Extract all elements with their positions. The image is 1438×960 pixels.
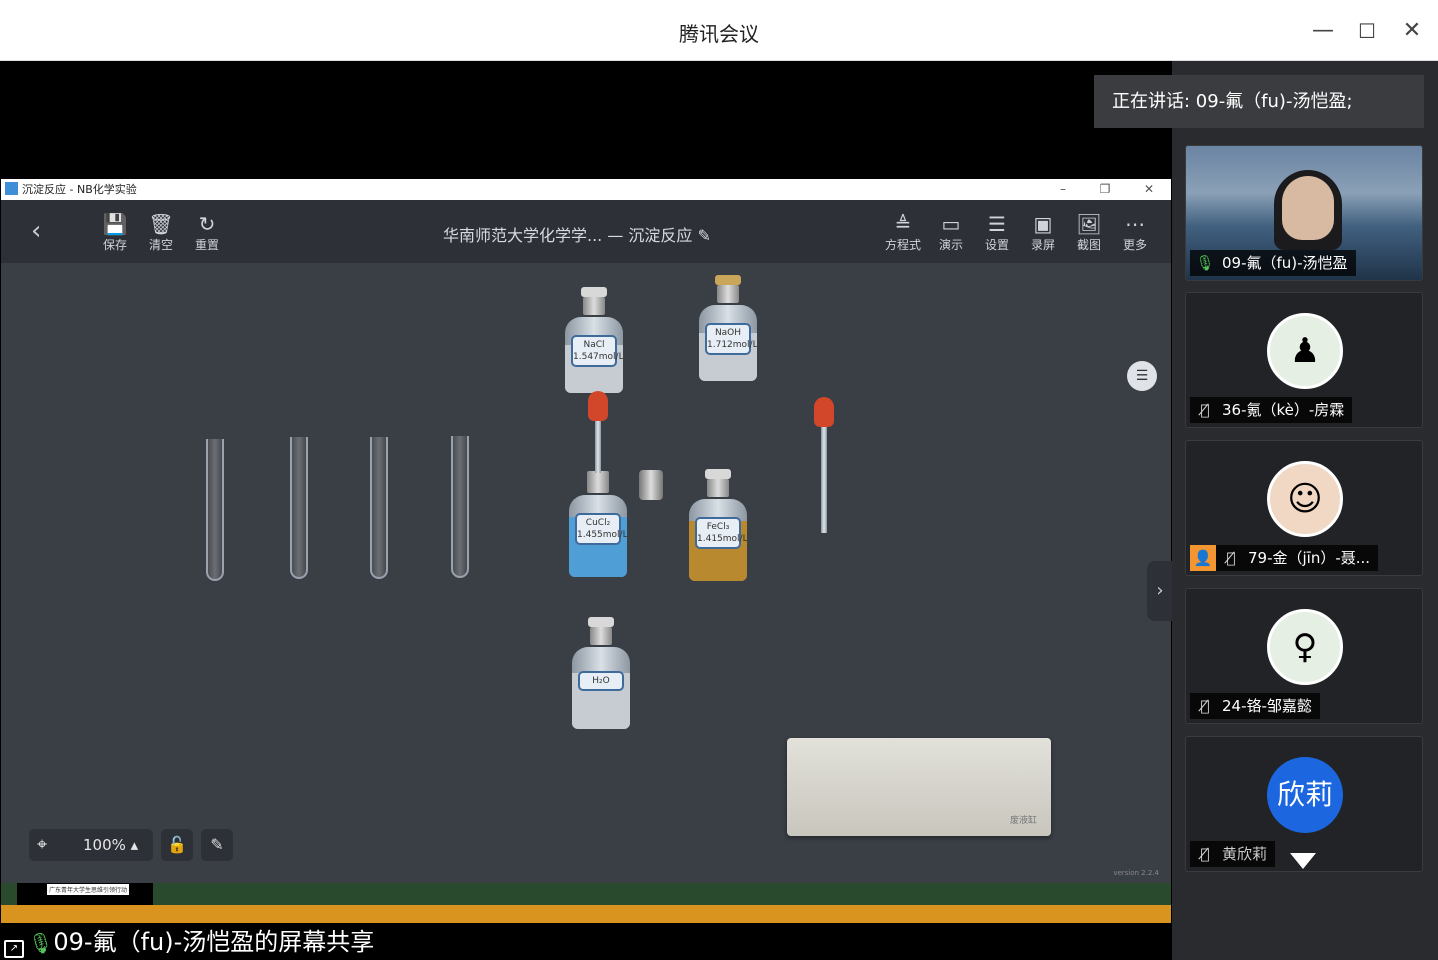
chevron-right-icon: › [1156, 580, 1164, 601]
participant-name: 🎙 09-氟（fu)-汤恺盈 [1190, 250, 1356, 276]
participant-tile[interactable]: 🎙 09-氟（fu)-汤恺盈 [1185, 145, 1423, 281]
avatar: ☺ [1267, 461, 1343, 537]
screen-share-caption: ↗ 🎙09-氟（fu)-汤恺盈的屏幕共享 [4, 922, 374, 958]
shared-window-title: 沉淀反应 - NB化学实验 [22, 183, 137, 196]
bottle-label: FeCl₃ 1.415mol/L [695, 517, 747, 549]
participant-tile[interactable]: 欣莉 🎙̸ 黄欣莉 [1185, 736, 1423, 872]
screenshot-icon: 🖼 [1076, 212, 1102, 236]
reagent-bottle-h2o[interactable]: H₂O [572, 617, 630, 729]
test-tube[interactable] [451, 436, 469, 578]
bottle-label: NaOH 1.712mol/L [705, 323, 757, 355]
lab-bench-edge [1, 905, 1171, 923]
mic-on-icon: 🎙 [28, 931, 54, 955]
bottle-label: CuCl₂ 1.455mol/L [575, 513, 627, 545]
waste-trough-label: 废液缸 [1009, 816, 1037, 826]
minimize-button[interactable]: — [1308, 18, 1338, 44]
shared-screen-stage: 沉淀反应 - NB化学实验 – ❐ ✕ ‹ 💾 保存 🗑 清空 ↻ 重置 华南师范大学… [0, 61, 1173, 960]
lab-canvas[interactable]: ☰ NaCl 1.547mol/L NaOH 1.712mol/L CuCl₂ 1.4… [1, 263, 1173, 923]
version-label: version 2.2.4 [1113, 869, 1159, 877]
shared-window-titlebar: 沉淀反应 - NB化学实验 – ❐ ✕ [1, 179, 1171, 200]
equation-icon: ≜ [894, 212, 912, 236]
bottle-label: NaCl 1.547mol/L [571, 335, 623, 367]
credit-label: 广东青年大学生思维引领行动 [47, 884, 130, 895]
locate-icon[interactable]: ⌖ [37, 829, 47, 861]
unlock-icon: 🔓 [167, 835, 187, 854]
expand-panel-button[interactable]: › [1147, 561, 1173, 621]
app-title: 腾讯会议 [679, 22, 759, 46]
more-button[interactable]: ⋯ 更多 [1115, 212, 1155, 253]
brush-button[interactable]: ✎ [201, 829, 233, 861]
participant-name: 🎙̸ 黄欣莉 [1190, 841, 1276, 867]
mic-on-icon: 🎙 [1195, 254, 1215, 272]
reagent-bottle-naoh[interactable]: NaOH 1.712mol/L [699, 275, 757, 381]
test-tube[interactable] [370, 437, 388, 579]
close-button[interactable]: ✕ [1397, 18, 1427, 44]
test-tube[interactable] [206, 439, 224, 581]
mic-muted-icon: 🎙̸ [1200, 845, 1210, 863]
zoom-level[interactable]: 100% ▴ [83, 829, 138, 861]
bottle-stopper[interactable] [639, 470, 663, 500]
mic-muted-icon: 🎙̸ [1200, 697, 1210, 715]
clear-button[interactable]: 🗑 清空 [141, 212, 181, 253]
dropper[interactable] [814, 397, 834, 533]
shared-restore-button[interactable]: ❐ [1093, 179, 1117, 200]
person-icon: 👤 [1190, 545, 1216, 571]
reagent-bottle-cucl2[interactable]: CuCl₂ 1.455mol/L [569, 471, 627, 577]
participant-tile[interactable]: ♟ 🎙̸ 36-氪（kè）-房霖 [1185, 292, 1423, 428]
test-tube[interactable] [290, 437, 308, 579]
reset-icon: ↻ [198, 212, 216, 236]
shared-minimize-button[interactable]: – [1051, 179, 1075, 200]
avatar: 欣莉 [1267, 757, 1343, 833]
participant-name: 🎙̸ 36-氪（kè）-房霖 [1190, 397, 1353, 423]
record-button[interactable]: ▣ 录屏 [1023, 212, 1063, 253]
shared-window: 沉淀反应 - NB化学实验 – ❐ ✕ ‹ 💾 保存 🗑 清空 ↻ 重置 华南师范大学… [1, 179, 1173, 923]
participant-tile[interactable]: ☺ 👤 🎙̸ 79-金（jīn）-聂... [1185, 440, 1423, 576]
bottle-label: H₂O [578, 671, 624, 691]
lock-button[interactable]: 🔓 [161, 829, 193, 861]
lab-footer: 广东青年大学生思维引领行动 [1, 883, 1171, 905]
reset-button[interactable]: ↻ 重置 [187, 212, 227, 253]
app-logo-icon [5, 182, 18, 195]
demo-icon: ▭ [941, 212, 961, 236]
scroll-down-icon[interactable] [1290, 853, 1316, 869]
shared-close-button[interactable]: ✕ [1137, 179, 1161, 200]
trash-icon: 🗑 [148, 212, 174, 236]
reagent-bottle-fecl3[interactable]: FeCl₃ 1.415mol/L [689, 469, 747, 581]
save-button[interactable]: 💾 保存 [95, 212, 135, 253]
back-button[interactable]: ‹ [31, 216, 41, 246]
save-icon: 💾 [102, 212, 128, 236]
screen-share-icon: ↗ [4, 940, 24, 958]
brush-icon: ✎ [210, 835, 224, 854]
dropper-in-use[interactable] [588, 391, 608, 473]
document-title[interactable]: 华南师范大学化学学... — 沉淀反应 ✎ [443, 222, 711, 246]
lab-toolbar: ‹ 💾 保存 🗑 清空 ↻ 重置 华南师范大学化学学... — 沉淀反应 ✎ ≜ 方程式… [1, 200, 1171, 263]
equation-button[interactable]: ≜ 方程式 [881, 212, 925, 253]
maximize-button[interactable]: ☐ [1352, 18, 1382, 44]
settings-button[interactable]: ☰ 设置 [977, 212, 1017, 253]
screenshot-button[interactable]: 🖼 截图 [1069, 212, 1109, 253]
participant-tile[interactable]: ♀ 🎙̸ 24-铬-邹嘉懿 [1185, 588, 1423, 724]
app-titlebar: 腾讯会议 — ☐ ✕ [0, 0, 1438, 61]
reagent-bottle-nacl[interactable]: NaCl 1.547mol/L [565, 287, 623, 393]
waste-trough[interactable]: 废液缸 [787, 738, 1051, 836]
speaking-banner: 正在讲话: 09-氟（fu)-汤恺盈; [1094, 75, 1424, 128]
participant-name: 👤 🎙̸ 79-金（jīn）-聂... [1190, 545, 1379, 571]
avatar: ♟ [1267, 313, 1343, 389]
list-menu-icon[interactable]: ☰ [1127, 361, 1157, 391]
mic-muted-icon: 🎙̸ [1200, 401, 1210, 419]
participant-name: 🎙̸ 24-铬-邹嘉懿 [1190, 693, 1320, 719]
record-icon: ▣ [1033, 212, 1053, 236]
zoom-control[interactable]: ⌖ 100% ▴ [29, 829, 153, 861]
demo-button[interactable]: ▭ 演示 [931, 212, 971, 253]
more-icon: ⋯ [1125, 212, 1145, 236]
settings-icon: ☰ [988, 212, 1006, 236]
avatar: ♀ [1267, 609, 1343, 685]
mic-muted-icon: 🎙̸ [1226, 549, 1236, 567]
